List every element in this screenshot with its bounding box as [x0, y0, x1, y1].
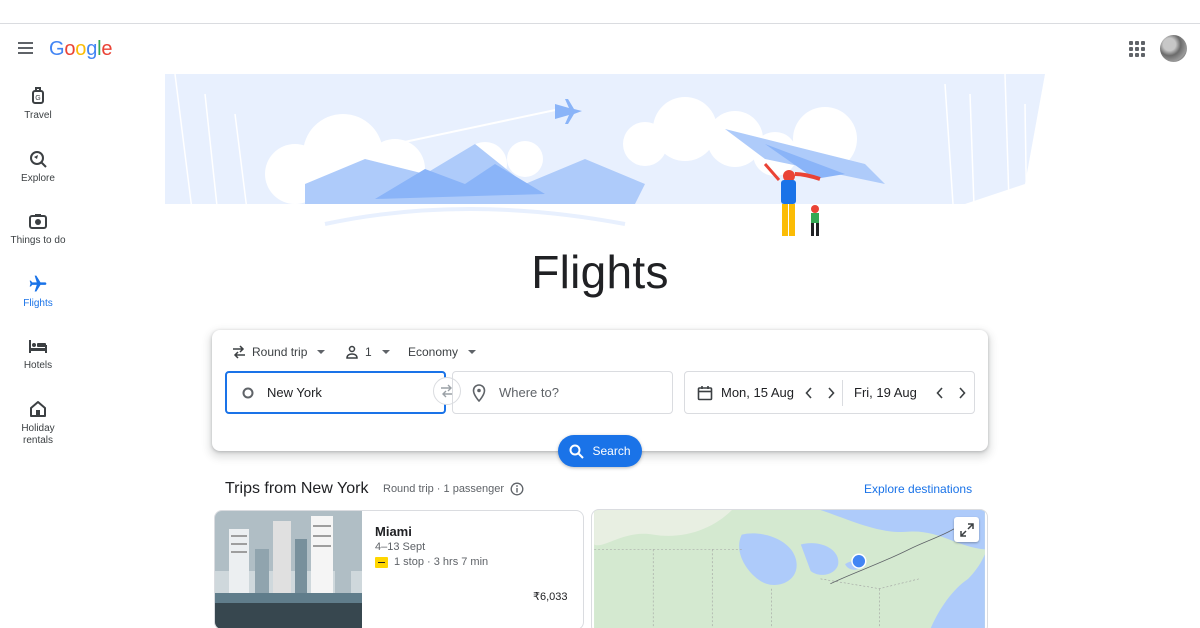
depart-date-field[interactable]: Mon, 15 Aug [697, 372, 840, 413]
sidebar-item-travel[interactable]: G Travel [0, 86, 76, 121]
trip-type-label: Round trip [252, 345, 308, 359]
date-range-field[interactable]: Mon, 15 Aug Fri, 19 Aug [684, 371, 975, 414]
destination-photo [215, 511, 362, 628]
sidebar-item-label: Flights [23, 298, 53, 309]
travel-icon: G [32, 87, 44, 104]
main-menu-icon[interactable] [18, 40, 40, 60]
trip-type-select[interactable]: Round trip [232, 342, 326, 362]
origin-circle-icon [242, 387, 254, 398]
flight-search-panel: Round trip 1 Economy New York Where to? … [212, 330, 988, 451]
cabin-class-select[interactable]: Economy [408, 342, 477, 362]
hero-illustration [165, 74, 1045, 254]
calendar-icon [697, 385, 713, 400]
depart-date: Mon, 15 Aug [721, 385, 794, 400]
trip-dates: 4–13 Sept [375, 541, 426, 553]
origin-input[interactable] [267, 385, 417, 400]
chevron-down-icon [468, 350, 477, 354]
trip-stops-text: 1 stop · 3 hrs 7 min [394, 556, 489, 568]
logo-letter: e [101, 38, 113, 60]
sidebar-item-label: Hotels [23, 360, 53, 371]
airline-logo-icon [375, 556, 388, 568]
logo-letter: g [86, 38, 98, 60]
trip-stops: 1 stop · 3 hrs 7 min [375, 556, 488, 568]
passenger-count: 1 [365, 345, 372, 359]
camera-icon [29, 214, 47, 229]
trip-destination: Miami [375, 524, 412, 539]
sidebar-item-label: Explore [21, 173, 55, 184]
location-pin-icon [472, 383, 486, 402]
explore-icon [30, 151, 47, 168]
info-icon[interactable] [510, 482, 524, 496]
chevron-left-icon[interactable] [931, 384, 949, 402]
trips-meta: Round trip · 1 passenger [383, 482, 524, 496]
page-title: Flights [531, 246, 669, 298]
chevron-right-icon[interactable] [822, 384, 840, 402]
sidebar-item-things-to-do[interactable]: Things to do [0, 211, 76, 246]
destinations-map[interactable] [591, 509, 988, 628]
expand-map-button[interactable] [954, 517, 979, 542]
swap-arrows-icon [233, 345, 245, 359]
destination-field[interactable] [452, 371, 673, 414]
sidebar-item-holiday-rentals[interactable]: Holiday rentals [0, 399, 76, 447]
trips-meta-text: Round trip · 1 passenger [383, 483, 505, 495]
logo-letter: o [75, 38, 87, 60]
return-date-field[interactable]: Fri, 19 Aug [854, 372, 971, 413]
house-icon [30, 401, 46, 417]
section-title: Trips from New York [225, 480, 369, 497]
avatar[interactable] [1160, 35, 1187, 62]
date-divider [842, 380, 843, 406]
bed-icon [29, 340, 47, 353]
cabin-class-label: Economy [408, 345, 459, 359]
destination-input[interactable] [499, 385, 649, 400]
origin-field[interactable] [225, 371, 446, 414]
sidebar-item-explore[interactable]: Explore [0, 149, 76, 184]
search-button[interactable]: Search [558, 435, 642, 467]
passenger-select[interactable]: 1 [345, 342, 390, 362]
search-icon [569, 444, 585, 459]
chevron-left-icon[interactable] [800, 384, 818, 402]
top-divider [0, 23, 1200, 24]
sidebar-item-label: Holiday rentals [21, 423, 55, 446]
trip-price: ₹6,033 [533, 591, 568, 603]
chevron-right-icon[interactable] [953, 384, 971, 402]
logo-letter: G [49, 38, 65, 60]
google-apps-icon[interactable] [1129, 41, 1145, 57]
sidebar-item-label: Travel [24, 110, 52, 121]
chevron-down-icon [317, 350, 326, 354]
sidebar-item-hotels[interactable]: Hotels [0, 336, 76, 371]
expand-icon [959, 522, 974, 537]
trip-card[interactable]: Miami 4–13 Sept 1 stop · 3 hrs 7 min [214, 510, 584, 628]
chevron-down-icon [381, 350, 390, 354]
person-icon [346, 345, 358, 359]
search-button-label: Search [592, 444, 631, 458]
google-logo[interactable]: Google [49, 38, 113, 61]
svg-text:G: G [35, 95, 40, 102]
logo-letter: o [64, 38, 76, 60]
explore-destinations-link[interactable]: Explore destinations [864, 482, 972, 496]
return-date: Fri, 19 Aug [854, 385, 917, 400]
